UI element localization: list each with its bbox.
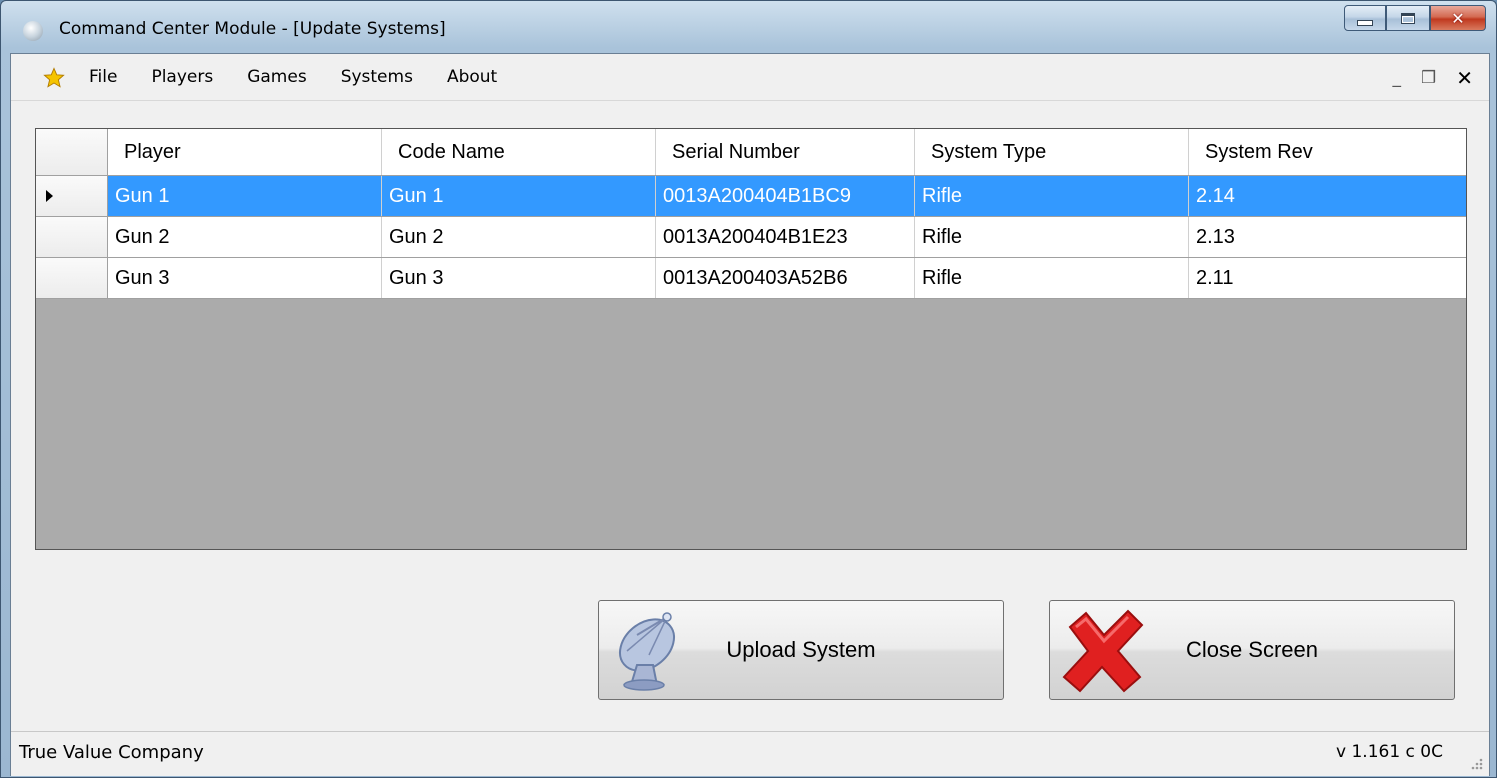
cell-player[interactable]: Gun 1 <box>108 176 382 216</box>
status-bar: True Value Company v 1.161 c 0C <box>11 731 1489 776</box>
mdi-minimize-button[interactable]: _ <box>1392 68 1401 88</box>
cell-system-rev[interactable]: 2.11 <box>1189 258 1466 298</box>
cell-system-rev[interactable]: 2.14 <box>1189 176 1466 216</box>
cell-player[interactable]: Gun 3 <box>108 258 382 298</box>
mdi-restore-button[interactable]: ❒ <box>1421 68 1436 88</box>
grid-header: Player Code Name Serial Number System Ty… <box>36 129 1466 176</box>
cell-code-name[interactable]: Gun 1 <box>382 176 656 216</box>
column-header-system-rev[interactable]: System Rev <box>1189 129 1466 175</box>
cell-system-type[interactable]: Rifle <box>915 217 1189 257</box>
current-row-arrow-icon <box>46 190 53 202</box>
cell-player[interactable]: Gun 2 <box>108 217 382 257</box>
upload-system-label: Upload System <box>726 637 876 662</box>
column-header-player[interactable]: Player <box>108 129 382 175</box>
column-header-code-name[interactable]: Code Name <box>382 129 656 175</box>
cell-serial-number[interactable]: 0013A200403A52B6 <box>656 258 915 298</box>
cell-serial-number[interactable]: 0013A200404B1BC9 <box>656 176 915 216</box>
window-controls: ✕ <box>1344 5 1486 31</box>
version-text: v 1.161 c 0C <box>1336 742 1443 762</box>
row-header[interactable] <box>36 217 108 257</box>
menu-bar: File Players Games Systems About _ ❒ ✕ <box>11 54 1489 101</box>
cell-code-name[interactable]: Gun 2 <box>382 217 656 257</box>
minimize-icon <box>1357 20 1373 26</box>
cell-serial-number[interactable]: 0013A200404B1E23 <box>656 217 915 257</box>
table-row[interactable]: Gun 1 Gun 1 0013A200404B1BC9 Rifle 2.14 <box>36 176 1466 217</box>
close-icon: ✕ <box>1451 8 1465 28</box>
window-title: Command Center Module - [Update Systems] <box>59 19 446 39</box>
menu-items: File Players Games Systems About <box>89 67 531 87</box>
row-header[interactable] <box>36 258 108 298</box>
row-header[interactable] <box>36 176 108 216</box>
app-window: Command Center Module - [Update Systems]… <box>0 0 1497 778</box>
cell-system-type[interactable]: Rifle <box>915 258 1189 298</box>
mdi-controls: _ ❒ ✕ <box>1372 66 1473 90</box>
resize-grip-icon[interactable] <box>1469 756 1483 770</box>
corner-header[interactable] <box>36 129 108 175</box>
table-row[interactable]: Gun 3 Gun 3 0013A200403A52B6 Rifle 2.11 <box>36 258 1466 299</box>
cell-system-rev[interactable]: 2.13 <box>1189 217 1466 257</box>
mdi-close-button[interactable]: ✕ <box>1456 66 1473 90</box>
menu-players[interactable]: Players <box>151 67 213 87</box>
maximize-icon <box>1401 12 1415 24</box>
menu-systems[interactable]: Systems <box>341 67 413 87</box>
menu-about[interactable]: About <box>447 67 497 87</box>
star-icon[interactable] <box>43 67 65 89</box>
maximize-button[interactable] <box>1386 5 1430 31</box>
cell-code-name[interactable]: Gun 3 <box>382 258 656 298</box>
minimize-button[interactable] <box>1344 5 1386 31</box>
systems-grid[interactable]: Player Code Name Serial Number System Ty… <box>35 128 1467 550</box>
menu-file[interactable]: File <box>89 67 117 87</box>
upload-system-button[interactable]: Upload System <box>598 600 1004 700</box>
cell-system-type[interactable]: Rifle <box>915 176 1189 216</box>
close-screen-button[interactable]: Close Screen <box>1049 600 1455 700</box>
column-header-serial-number[interactable]: Serial Number <box>656 129 915 175</box>
app-icon[interactable] <box>23 21 43 41</box>
close-window-button[interactable]: ✕ <box>1430 5 1486 31</box>
column-header-system-type[interactable]: System Type <box>915 129 1189 175</box>
title-bar[interactable]: Command Center Module - [Update Systems]… <box>1 1 1496 49</box>
menu-games[interactable]: Games <box>247 67 306 87</box>
table-row[interactable]: Gun 2 Gun 2 0013A200404B1E23 Rifle 2.13 <box>36 217 1466 258</box>
company-name: True Value Company <box>19 742 204 763</box>
close-screen-label: Close Screen <box>1185 637 1319 662</box>
client-area: File Players Games Systems About _ ❒ ✕ P… <box>10 53 1490 776</box>
